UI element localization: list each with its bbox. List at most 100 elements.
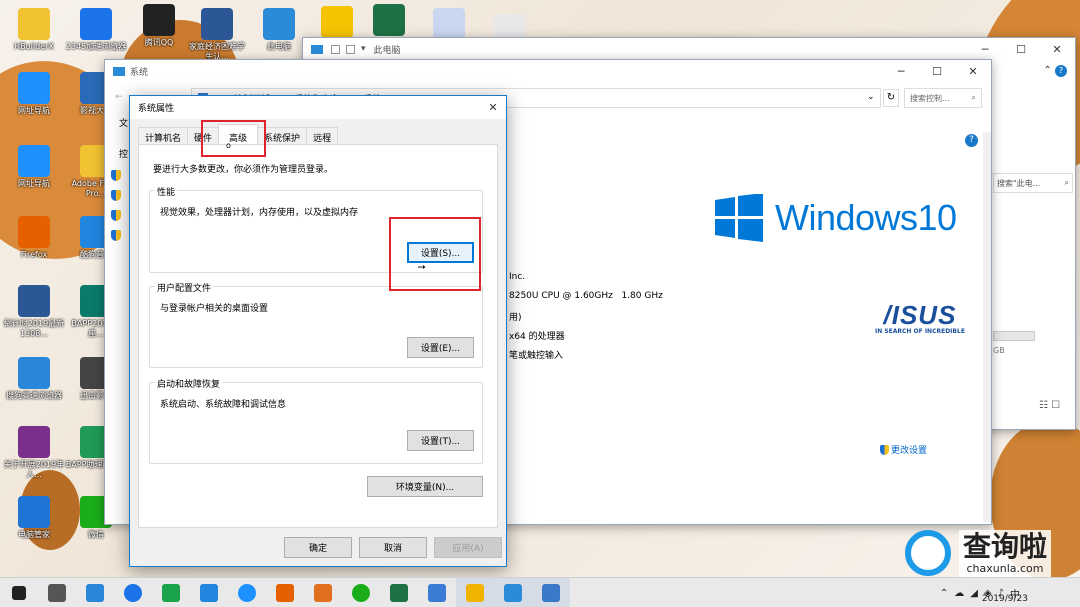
windows-logo-icon — [715, 194, 763, 242]
minimize-button[interactable]: ─ — [967, 38, 1003, 60]
computer-icon — [311, 44, 323, 54]
firefox-icon[interactable] — [266, 578, 304, 607]
desktop-icon[interactable]: 电脑管家 — [3, 496, 65, 540]
maximize-button[interactable]: ☐ — [1003, 38, 1039, 60]
shield-icon[interactable] — [111, 190, 121, 201]
search-icon: ⌕ — [971, 93, 976, 102]
cloud-icon[interactable]: ☁ — [954, 588, 964, 599]
chevron-down-icon[interactable]: ⌄ — [867, 92, 875, 102]
help-icon[interactable]: ? — [1055, 65, 1067, 77]
new-folder-icon[interactable] — [346, 44, 355, 54]
kugou-icon[interactable] — [190, 578, 228, 607]
desktop-icon[interactable]: 网址导航 — [3, 72, 65, 116]
tab-computer-name[interactable]: 计算机名 — [138, 127, 189, 144]
details-view-icon[interactable]: ☷ — [1039, 400, 1048, 411]
photos-icon[interactable] — [418, 578, 456, 607]
button-label: 设置(T)... — [420, 437, 461, 447]
watermark-brand: 查询啦 — [963, 529, 1048, 563]
cancel-button[interactable]: 取消 — [359, 537, 427, 558]
back-arrow-icon[interactable]: ← — [115, 92, 123, 102]
properties-icon[interactable] — [331, 44, 340, 54]
desktop-icon-label: 网址导航 — [18, 179, 50, 188]
system-properties-dialog: 系统属性 ✕ 计算机名 硬件 高级 系统保护 远程 要进行大多数更改，你必须作为… — [129, 95, 507, 567]
button-label: 环境变量(N)... — [395, 483, 455, 493]
wechat-icon[interactable] — [342, 578, 380, 607]
startup-legend: 启动和故障恢复 — [155, 377, 223, 390]
pen-touch-text: 笔或触控输入 — [509, 351, 564, 361]
tab-remote[interactable]: 远程 — [306, 127, 339, 144]
desktop-icon[interactable]: 2345加速浏览器 — [65, 8, 127, 52]
system-search-input[interactable]: 搜索控制... ⌕ — [904, 88, 982, 108]
browser-e-icon[interactable] — [114, 578, 152, 607]
desktop-icon[interactable]: 网址导航 — [3, 145, 65, 189]
tab-label: 系统保护 — [264, 134, 301, 144]
desktop-icon[interactable]: Firefox — [3, 216, 65, 260]
large-icons-view-icon[interactable]: ☐ — [1051, 400, 1060, 411]
user-profiles-settings-button[interactable]: 设置(E)... — [407, 337, 474, 358]
search-icon: ⌕ — [1064, 178, 1069, 187]
browser-e-icon-glyph — [124, 583, 142, 602]
shield-icon[interactable] — [111, 170, 121, 181]
chevron-up-icon[interactable]: ⌃ — [1043, 65, 1051, 76]
close-button[interactable]: ✕ — [1039, 38, 1075, 60]
firefox-icon — [18, 216, 50, 248]
system-properties-icon[interactable] — [532, 577, 570, 607]
sogou-icon-glyph — [86, 583, 104, 602]
desktop-icon[interactable]: 此电脑 — [248, 8, 310, 52]
file-explorer-icon[interactable] — [456, 577, 494, 607]
minimize-button[interactable]: ─ — [883, 60, 919, 82]
explorer-titlebar: ▾ 此电脑 ─ ☐ ✕ — [303, 38, 1075, 60]
refresh-icon[interactable]: ↻ — [883, 89, 899, 107]
task-view-icon[interactable] — [38, 578, 76, 607]
environment-variables-button[interactable]: 环境变量(N)... — [367, 476, 483, 497]
dialog-titlebar: 系统属性 ✕ — [130, 96, 506, 119]
close-button[interactable]: ✕ — [480, 97, 506, 119]
desktop-icon-label: 电脑管家 — [18, 530, 50, 539]
left-pane-text[interactable]: 文 — [119, 116, 128, 129]
desktop-icon-label: HBuilderX — [14, 42, 54, 51]
storage-text: GB — [993, 346, 1005, 355]
desktop-icon-label: 腾讯QQ — [144, 38, 174, 47]
highlight-advanced-tab — [201, 120, 266, 157]
desktop-icon[interactable]: HBuilderX — [3, 8, 65, 52]
chevron-up-icon[interactable]: ⌃ — [940, 588, 948, 599]
left-pane-text[interactable]: 控 — [119, 147, 128, 160]
control-panel-icon[interactable] — [494, 577, 532, 607]
ie-icon[interactable] — [228, 578, 266, 607]
ok-button[interactable]: 确定 — [284, 537, 352, 558]
asus-tagline: IN SEARCH OF INCREDIBLE — [875, 328, 965, 335]
windows-start-icon[interactable] — [0, 578, 38, 607]
change-settings-link[interactable]: 更改设置 — [880, 443, 927, 456]
windows-start-icon-glyph — [12, 585, 26, 600]
explorer-title: 此电脑 — [373, 45, 401, 56]
desktop-icon[interactable] — [358, 4, 420, 38]
media-icon[interactable] — [304, 578, 342, 607]
ram-text: 用) — [509, 313, 522, 323]
clock-date[interactable]: 2019/9/23 — [982, 594, 1028, 604]
help-icon[interactable]: ? — [965, 134, 978, 147]
sogou-icon[interactable] — [76, 578, 114, 607]
desktop-icon[interactable]: 家庭经济困难学生认... — [186, 8, 248, 62]
file-explorer-icon-glyph — [466, 583, 484, 602]
chevron-down-icon[interactable]: ▾ — [361, 44, 366, 54]
desktop-icon[interactable]: 倒计时2019最新1308... — [3, 285, 65, 339]
startup-settings-button[interactable]: 设置(T)... — [407, 430, 474, 451]
close-button[interactable]: ✕ — [955, 60, 991, 82]
user-profiles-legend: 用户配置文件 — [155, 281, 214, 294]
iqiyi-icon[interactable] — [152, 578, 190, 607]
desktop-icon[interactable]: 腾讯QQ — [128, 4, 190, 48]
shield-icon[interactable] — [111, 210, 121, 221]
shield-icon[interactable] — [111, 230, 121, 241]
qq-penguin-icon — [143, 4, 175, 36]
scrollbar[interactable] — [983, 132, 991, 522]
maximize-button[interactable]: ☐ — [919, 60, 955, 82]
desktop-icon[interactable]: 搜狗高速浏览器 — [3, 357, 65, 401]
button-label: 确定 — [308, 544, 327, 554]
explorer-search-input[interactable]: 搜索"此电... ⌕ — [993, 173, 1073, 193]
media-icon-glyph — [314, 583, 332, 602]
desktop-icon[interactable]: 关于开展2019年人... — [3, 426, 65, 480]
network-icon[interactable]: ◢ — [970, 588, 978, 599]
excel-icon[interactable] — [380, 578, 418, 607]
watermark-url: chaxunla.com — [966, 561, 1044, 575]
apply-button[interactable]: 应用(A) — [434, 537, 502, 558]
